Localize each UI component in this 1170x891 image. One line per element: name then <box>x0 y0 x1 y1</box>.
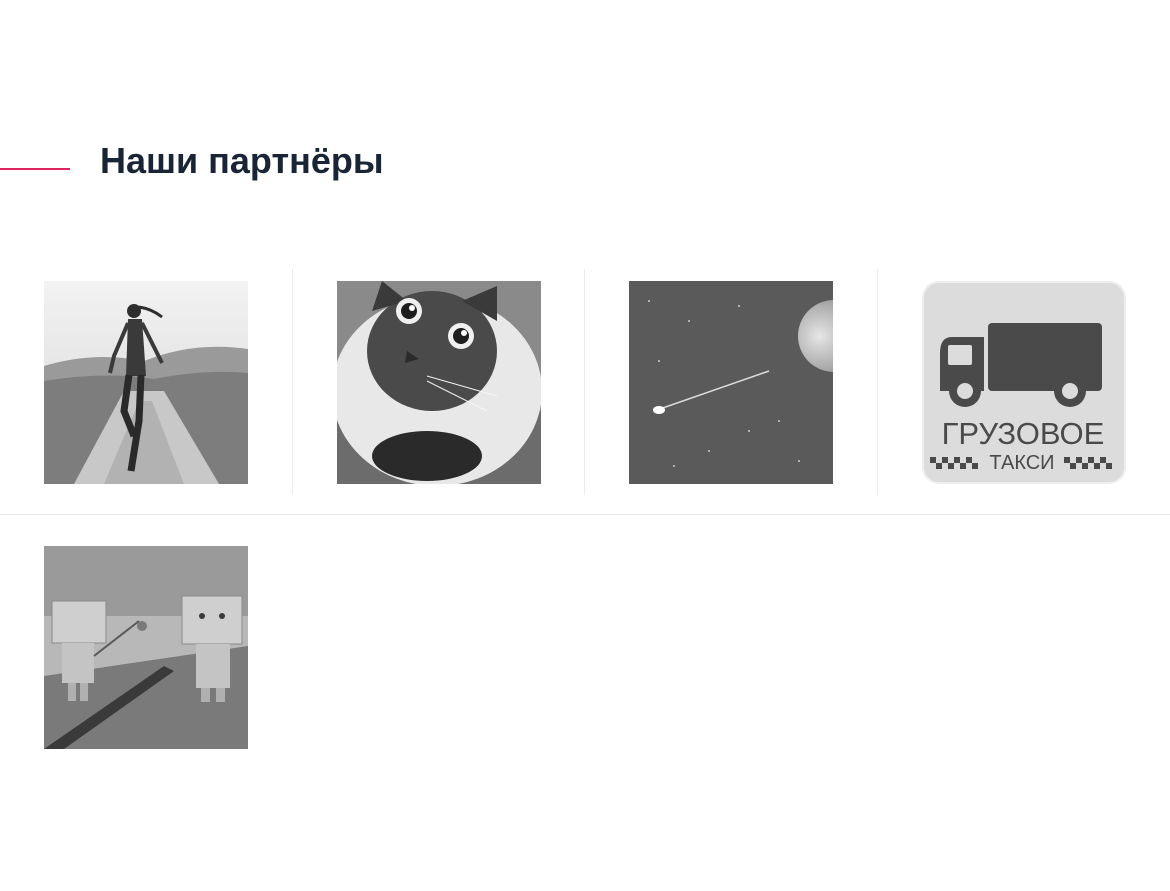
space-comet-photo-icon <box>629 281 833 484</box>
cat-photo-icon <box>337 281 541 484</box>
partner-logo-1[interactable] <box>44 281 248 484</box>
runner-photo-icon <box>44 281 248 484</box>
column-divider <box>584 269 585 495</box>
section-accent-line <box>0 168 70 170</box>
row-divider <box>0 514 1170 515</box>
cardboard-robots-photo-icon <box>44 546 248 749</box>
cargo-taxi-logo-icon: ГРУЗОВОЕ ТАКСИ <box>922 281 1126 484</box>
column-divider <box>292 269 293 495</box>
partner-logo-3[interactable] <box>629 281 833 484</box>
section-title: Наши партнёры <box>100 140 384 181</box>
partner-logo-5[interactable] <box>44 546 248 749</box>
partner-logo-2[interactable] <box>337 281 541 484</box>
partner-logo-4[interactable]: ГРУЗОВОЕ ТАКСИ <box>922 281 1126 484</box>
column-divider <box>877 269 878 495</box>
cargo-taxi-logo-line1: ГРУЗОВОЕ <box>942 416 1105 451</box>
cargo-taxi-logo-line2: ТАКСИ <box>989 452 1054 474</box>
